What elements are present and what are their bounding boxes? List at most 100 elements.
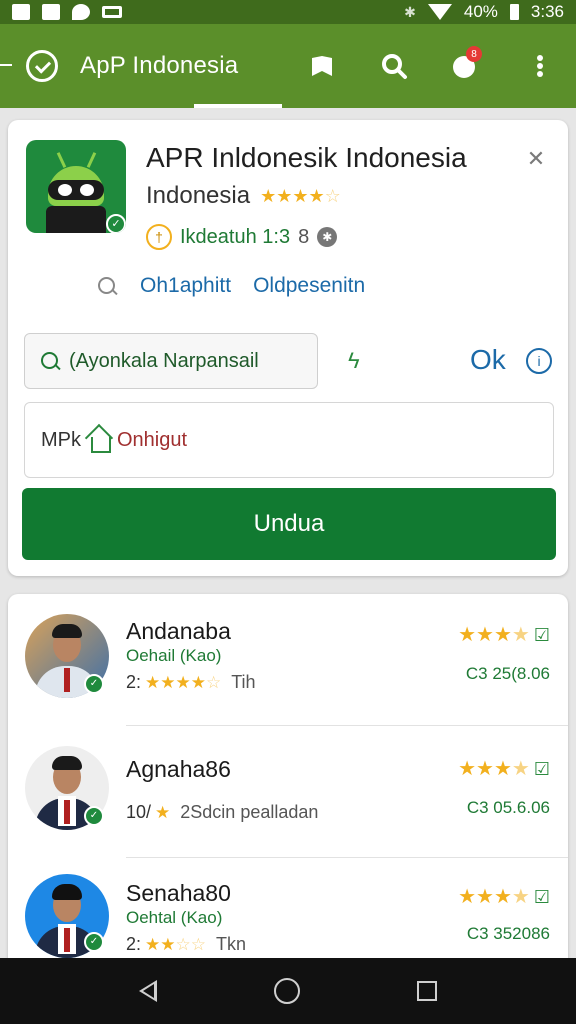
android-antenna-left (56, 152, 67, 168)
search-input[interactable]: (Ayonkala Narpansail (24, 333, 318, 389)
search-icon (382, 54, 407, 79)
close-button[interactable]: ✕ (522, 146, 550, 174)
verified-icon: ✓ (84, 674, 104, 694)
bookmark-check-icon[interactable]: ☑ (534, 887, 550, 907)
edit-icon (42, 4, 60, 20)
battery-percent: 40% (463, 2, 498, 21)
notification-icon (12, 4, 30, 20)
avatar-hair (52, 756, 82, 770)
android-body (46, 206, 106, 233)
coin-icon: † (146, 224, 172, 250)
option-label: MPk (41, 428, 81, 451)
list-item-meta-text: 2Sdcin pealladan (180, 802, 319, 822)
list-item-name: Agnaha86 (126, 756, 231, 782)
list-item-code: C3 352086 (466, 924, 550, 943)
star-icons: ★★★★ (260, 185, 325, 206)
app-meta-row: † Ikdeatuh 1:3 8 ✱ (146, 224, 338, 250)
download-button[interactable]: Undua (22, 488, 556, 560)
list-item-stars: ★★☆☆ (145, 935, 206, 955)
bookmark-button[interactable] (302, 46, 342, 86)
list-item-name: Andanaba (126, 618, 231, 644)
app-subtitle-row: Indonesia ★★★★☆ (146, 182, 341, 210)
list-item-meta: 10/ ★ 2Sdcin pealladan (126, 802, 318, 823)
star-outline-icon: ☆ (324, 185, 341, 206)
list-item-meta-text: Tih (231, 672, 256, 692)
search-button[interactable] (374, 46, 414, 86)
app-meta-label: Ikdeatuh 1:3 (180, 225, 291, 248)
list-item-meta: 2: ★★★★☆ Tih (126, 672, 256, 693)
wifi-icon (427, 4, 452, 20)
back-icon[interactable] (138, 980, 157, 1002)
list-item-meta-prefix: 2: (126, 934, 142, 954)
star-icons: ★★★★ (145, 672, 206, 692)
system-nav-bar (0, 958, 576, 1024)
bookmark-icon (312, 56, 332, 76)
list-item[interactable]: ✓ Agnaha86 10/ ★ 2Sdcin pealladan ★★★★ ☑ … (8, 726, 568, 858)
list-item-code: C3 25(8.06 (465, 664, 550, 683)
ok-button[interactable]: Ok (470, 344, 506, 376)
recents-icon[interactable] (417, 981, 438, 1001)
card-icon (102, 6, 122, 18)
settings-icon[interactable]: ✱ (317, 227, 338, 247)
rating-stars: ★★★ (458, 886, 512, 908)
rating-star-partial: ★ (511, 758, 530, 780)
android-antenna-right (86, 152, 97, 168)
search-placeholder: (Ayonkala Narpansail (69, 349, 259, 372)
list-item-subtitle: Oehtal (Kao) (126, 908, 223, 927)
link-first[interactable]: Oh1aphitt (140, 274, 231, 298)
star-outline-icon: ☆ (205, 672, 222, 692)
results-list: ✓ Andanaba Oehail (Kao) 2: ★★★★☆ Tih ★★★… (8, 594, 568, 974)
home-icon (87, 427, 111, 453)
app-title: APR Inldonesik Indonesia (146, 142, 467, 173)
list-item-meta-prefix: 2: (126, 672, 142, 692)
list-item-stars: ★ (155, 803, 170, 823)
search-icon (39, 350, 61, 372)
clock: 3:36 (530, 2, 564, 21)
list-item-rating: ★★★★ ☑ (458, 756, 550, 781)
list-item-code: C3 05.6.06 (466, 798, 550, 817)
option-value: Onhigut (117, 428, 188, 451)
notification-badge: 8 (466, 46, 482, 62)
search-icon (96, 275, 118, 297)
more-vert-icon (537, 55, 543, 77)
list-item-meta-prefix: 10/ (126, 802, 152, 822)
verified-icon: ✓ (84, 932, 104, 952)
app-rating-stars: ★★★★☆ (260, 186, 341, 207)
status-right: ✱ 40% 3:36 (404, 2, 564, 22)
star-outline-icon: ☆☆ (175, 934, 206, 954)
app-meta-number: 8 (298, 225, 310, 248)
list-item-rating: ★★★★ ☑ (458, 622, 550, 647)
avatar-tie (64, 800, 70, 824)
bluetooth-icon: ✱ (404, 3, 416, 20)
bookmark-check-icon[interactable]: ☑ (534, 759, 550, 779)
app-logo-icon[interactable] (26, 50, 58, 82)
location-icon (72, 4, 90, 20)
battery-icon (509, 4, 519, 20)
home-icon[interactable] (273, 978, 300, 1004)
android-eye-right (80, 184, 94, 196)
avatar-tie (64, 928, 70, 952)
verified-icon: ✓ (106, 214, 126, 233)
app-icon: ✓ (26, 140, 126, 233)
bolt-icon[interactable]: ϟ (348, 348, 360, 374)
overflow-menu-button[interactable] (520, 46, 560, 86)
link-second[interactable]: Oldpesenitn (253, 274, 365, 298)
option-selector[interactable]: MPk Onhigut (24, 402, 554, 478)
verified-icon: ✓ (84, 806, 104, 826)
bookmark-check-icon[interactable]: ☑ (534, 625, 550, 645)
android-mask (48, 180, 104, 200)
drawer-handle[interactable] (0, 64, 12, 66)
status-left (12, 4, 122, 20)
list-item-meta-text: Tkn (215, 934, 246, 954)
notifications-button[interactable]: 8 (444, 46, 484, 86)
info-icon[interactable]: i (526, 348, 552, 374)
avatar-hair (52, 624, 82, 638)
android-eye-left (58, 184, 72, 196)
app-detail-card: ✓ APR Inldonesik Indonesia ✕ Indonesia ★… (8, 120, 568, 576)
rating-stars: ★★★ (458, 758, 512, 780)
list-item-name: Senaha80 (126, 880, 231, 906)
app-subtitle: Indonesia (146, 182, 251, 209)
list-item-stars: ★★★★☆ (145, 673, 221, 693)
star-icons: ★★ (145, 934, 176, 954)
list-item[interactable]: ✓ Andanaba Oehail (Kao) 2: ★★★★☆ Tih ★★★… (8, 594, 568, 726)
